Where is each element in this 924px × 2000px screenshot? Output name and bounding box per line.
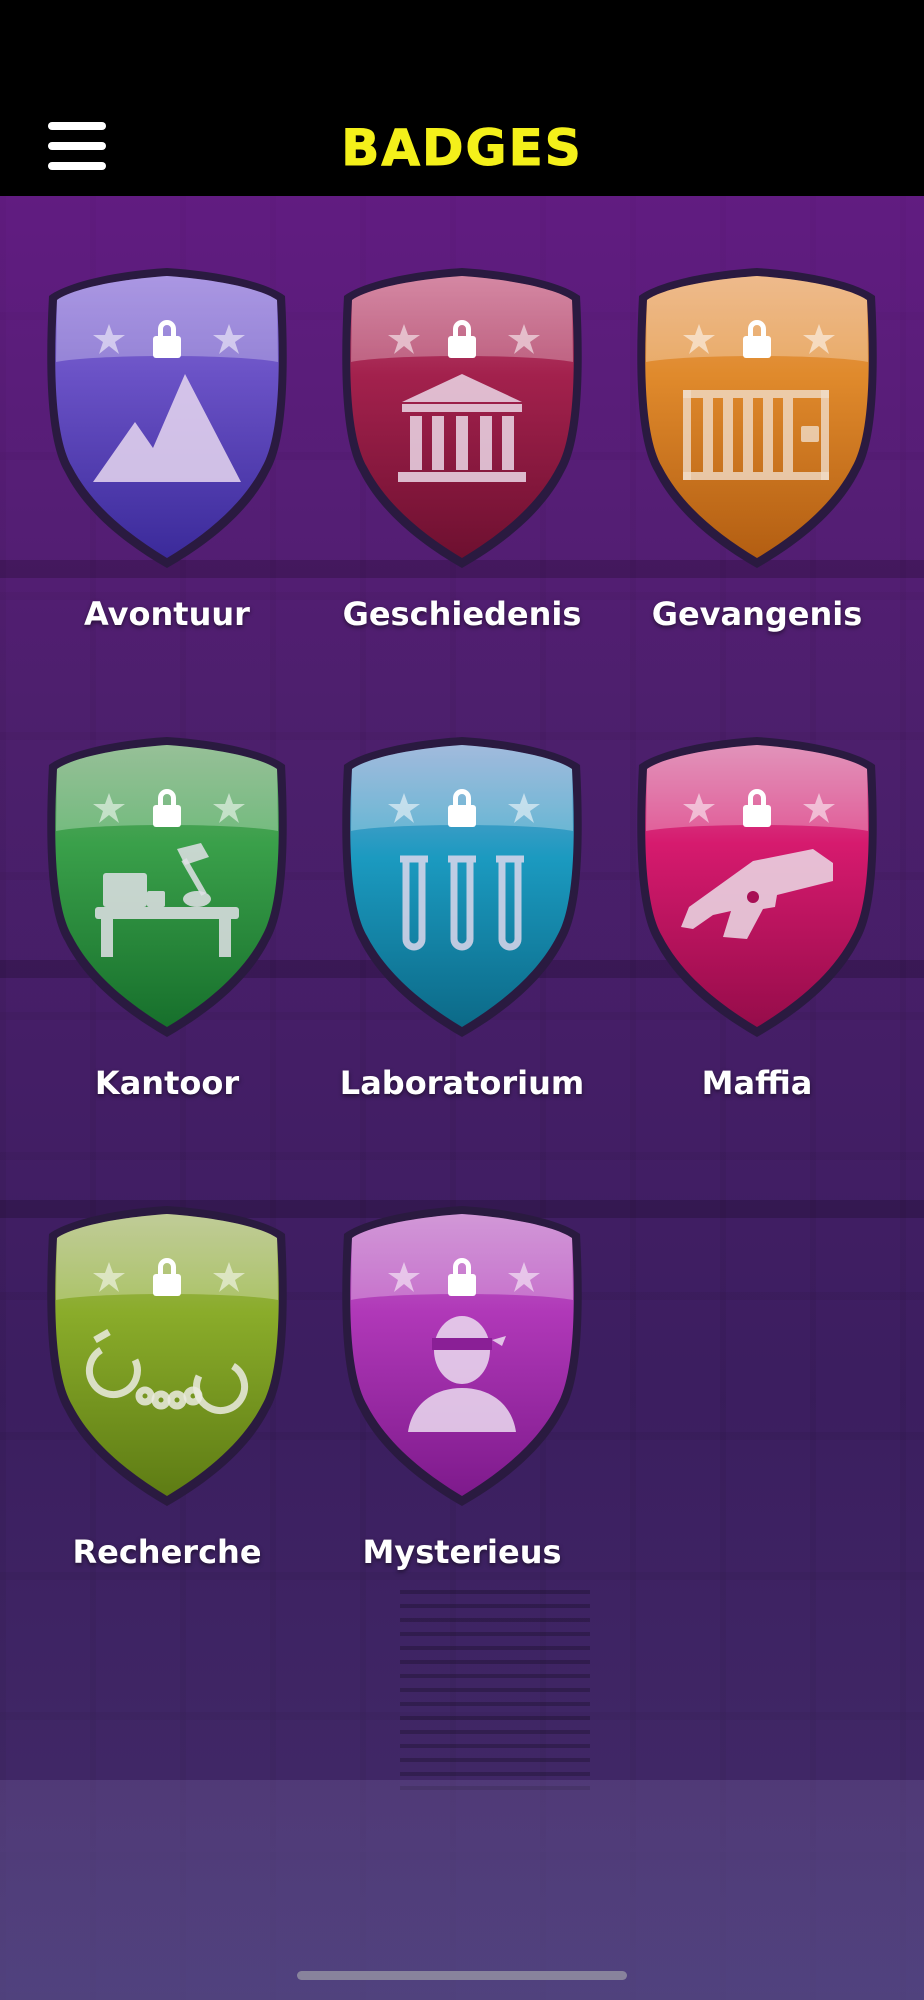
badge-label: Laboratorium [339,1064,585,1102]
background-floor [0,1780,924,2000]
badge-shield [342,1206,582,1506]
badge-shield [47,268,287,568]
badge-label: Mysterieus [362,1533,562,1571]
page-title: BADGES [341,119,583,178]
badge-label: Gevangenis [651,595,863,633]
badge-gevangenis[interactable]: Gevangenis [617,262,897,633]
badge-kantoor[interactable]: Kantoor [27,731,307,1102]
badge-laboratorium[interactable]: Laboratorium [322,731,602,1102]
badge-shield [47,1206,287,1506]
top-navigation-bar: BADGES [0,0,924,196]
badge-shield [47,737,287,1037]
hamburger-menu-icon[interactable] [48,120,108,172]
badge-shield [637,268,877,568]
badge-recherche[interactable]: Recherche [27,1200,307,1571]
badge-label: Kantoor [94,1064,240,1102]
badge-label: Avontuur [84,595,250,633]
badge-shield [342,268,582,568]
badge-shield [637,737,877,1037]
badge-label: Geschiedenis [342,595,582,633]
badge-label: Recherche [72,1533,262,1571]
badge-shield [342,737,582,1037]
background-stairs [400,1590,590,1790]
badge-maffia[interactable]: Maffia [617,731,897,1102]
badge-avontuur[interactable]: Avontuur [27,262,307,633]
badge-mysterieus[interactable]: Mysterieus [322,1200,602,1571]
home-indicator[interactable] [297,1971,627,1980]
badge-label: Maffia [701,1064,813,1102]
badge-geschiedenis[interactable]: Geschiedenis [322,262,602,633]
